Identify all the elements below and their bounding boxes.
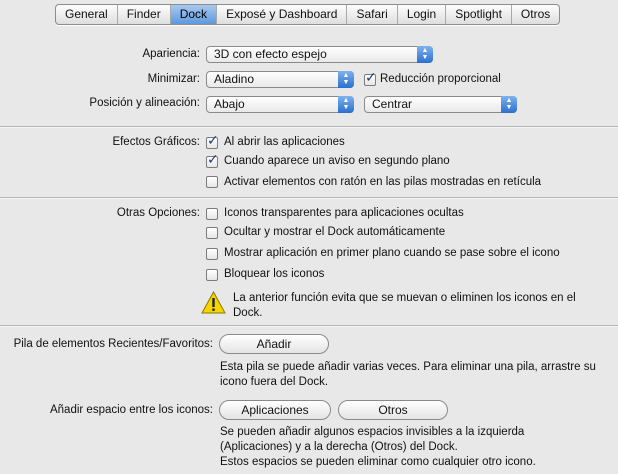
stack-note-line1: Esta pila se puede añadir varias veces. … [220, 361, 596, 373]
other-options-label: Otras Opciones: [116, 207, 200, 219]
tab-bar: General Finder Dock Exposé y Dashboard S… [55, 4, 561, 25]
stack-label: Pila de elementos Recientes/Favoritos: [13, 338, 213, 350]
minimize-value: Aladino [214, 72, 255, 86]
warning-text-line2: Dock. [233, 307, 263, 319]
position-label: Posición y alineación: [89, 97, 200, 109]
lock-icons-checkbox[interactable] [206, 269, 218, 281]
popup-arrows-icon: ▲ ▼ [417, 46, 433, 63]
add-other-spacer-button[interactable]: Otros [338, 400, 448, 420]
separator [0, 197, 618, 199]
hover-foreground-label: Mostrar aplicación en primer plano cuand… [224, 247, 560, 259]
spacer-note-line3: Estos espacios se pueden eliminar como c… [220, 456, 536, 468]
warning-text-line1: La anterior función evita que se muevan … [233, 292, 576, 304]
alignment-popup[interactable]: Centrar ▲ ▼ [364, 96, 517, 113]
effect-grid-hover-label: Activar elementos con ratón en las pilas… [224, 176, 542, 188]
separator [0, 126, 618, 128]
minimize-popup[interactable]: Aladino ▲ ▼ [206, 71, 354, 88]
transparent-icons-label: Iconos transparentes para aplicaciones o… [224, 207, 464, 219]
autohide-dock-label: Ocultar y mostrar el Dock automáticament… [224, 226, 446, 238]
popup-arrows-icon: ▲ ▼ [338, 71, 354, 88]
autohide-dock-checkbox[interactable] [206, 227, 218, 239]
effect-open-apps-label: Al abrir las aplicaciones [224, 136, 345, 148]
tab-login[interactable]: Login [398, 5, 447, 24]
separator [0, 325, 618, 327]
spacer-note-line1: Se pueden añadir algunos espacios invisi… [220, 426, 525, 438]
proportional-scale-label: Reducción proporcional [380, 73, 501, 85]
tab-spotlight[interactable]: Spotlight [446, 5, 512, 24]
effect-grid-hover-checkbox[interactable] [206, 176, 218, 188]
tab-expose-dashboard[interactable]: Exposé y Dashboard [217, 5, 348, 24]
proportional-scale-checkbox[interactable] [364, 70, 377, 86]
hover-foreground-checkbox[interactable] [206, 248, 218, 260]
tab-finder[interactable]: Finder [118, 5, 171, 24]
warning-icon [201, 291, 226, 314]
effect-open-apps-checkbox[interactable] [206, 133, 219, 149]
minimize-label: Minimizar: [147, 73, 200, 85]
add-stack-button[interactable]: Añadir [219, 334, 329, 354]
effect-notification-checkbox[interactable] [206, 152, 219, 168]
stack-note-line2: icono fuera del Dock. [220, 376, 329, 388]
spacer-note-line2: (Aplicaciones) y a la derecha (Otros) de… [220, 441, 458, 453]
effects-label: Efectos Gráficos: [112, 136, 200, 148]
popup-arrows-icon: ▲ ▼ [338, 96, 354, 113]
position-popup[interactable]: Abajo ▲ ▼ [206, 96, 354, 113]
appearance-label: Apariencia: [142, 48, 200, 60]
popup-arrows-icon: ▲ ▼ [501, 96, 517, 113]
transparent-icons-checkbox[interactable] [206, 208, 218, 220]
tab-otros[interactable]: Otros [512, 5, 559, 24]
lock-icons-label: Bloquear los iconos [224, 268, 325, 280]
add-app-spacer-button[interactable]: Aplicaciones [219, 400, 331, 420]
tab-general[interactable]: General [56, 5, 118, 24]
tab-safari[interactable]: Safari [347, 5, 398, 24]
tab-dock[interactable]: Dock [170, 5, 218, 24]
position-value: Abajo [214, 97, 245, 111]
alignment-value: Centrar [372, 97, 413, 111]
appearance-value: 3D con efecto espejo [214, 47, 327, 61]
spacer-label: Añadir espacio entre los iconos: [49, 404, 213, 416]
effect-notification-label: Cuando aparece un aviso en segundo plano [224, 155, 450, 167]
appearance-popup[interactable]: 3D con efecto espejo ▲ ▼ [206, 46, 433, 63]
